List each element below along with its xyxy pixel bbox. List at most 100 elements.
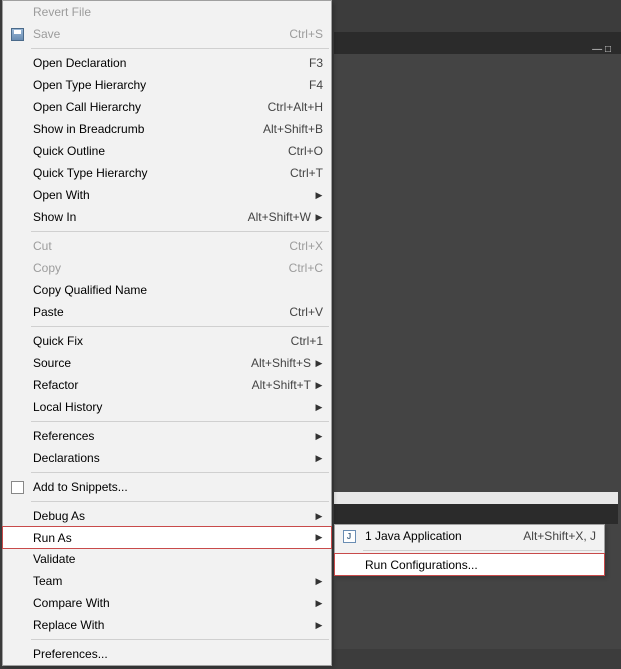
shortcut: Ctrl+V xyxy=(289,305,325,319)
submenu-arrow-icon: ▶ xyxy=(313,212,325,223)
menu-open-type-hierarchy[interactable]: Open Type Hierarchy F4 xyxy=(3,74,331,96)
menu-label: Debug As xyxy=(31,509,313,523)
menu-label: Open With xyxy=(31,188,313,202)
menu-quick-type-hierarchy[interactable]: Quick Type Hierarchy Ctrl+T xyxy=(3,162,331,184)
menu-label: Run As xyxy=(31,531,313,545)
separator xyxy=(31,231,329,232)
menu-show-in[interactable]: Show In Alt+Shift+W ▶ xyxy=(3,206,331,228)
menu-validate[interactable]: Validate xyxy=(3,548,331,570)
menu-label: Refactor xyxy=(31,378,252,392)
menu-label: Preferences... xyxy=(31,647,325,661)
submenu-arrow-icon: ▶ xyxy=(313,532,325,543)
menu-copy-qualified-name[interactable]: Copy Qualified Name xyxy=(3,279,331,301)
shortcut: Ctrl+Alt+H xyxy=(268,100,325,114)
minimize-icon[interactable]: — □ xyxy=(592,44,611,55)
submenu-arrow-icon: ▶ xyxy=(313,453,325,464)
menu-show-breadcrumb[interactable]: Show in Breadcrumb Alt+Shift+B xyxy=(3,118,331,140)
menu-label: Open Call Hierarchy xyxy=(31,100,268,114)
menu-compare-with[interactable]: Compare With ▶ xyxy=(3,592,331,614)
menu-cut: Cut Ctrl+X xyxy=(3,235,331,257)
menu-declarations[interactable]: Declarations ▶ xyxy=(3,447,331,469)
menu-label: Compare With xyxy=(31,596,313,610)
menu-label: Team xyxy=(31,574,313,588)
menu-label: Cut xyxy=(31,239,289,253)
menu-label: 1 Java Application xyxy=(363,529,523,543)
menu-copy: Copy Ctrl+C xyxy=(3,257,331,279)
menu-open-with[interactable]: Open With ▶ xyxy=(3,184,331,206)
separator xyxy=(31,501,329,502)
menu-label: Quick Fix xyxy=(31,334,291,348)
menu-label: Open Type Hierarchy xyxy=(31,78,309,92)
shortcut: Alt+Shift+B xyxy=(263,122,325,136)
submenu-arrow-icon: ▶ xyxy=(313,431,325,442)
menu-revert-file: Revert File xyxy=(3,1,331,23)
shortcut: Ctrl+T xyxy=(290,166,325,180)
panel-tabbar-dark xyxy=(334,504,618,524)
menu-team[interactable]: Team ▶ xyxy=(3,570,331,592)
menu-label: Show in Breadcrumb xyxy=(31,122,263,136)
menu-paste[interactable]: Paste Ctrl+V xyxy=(3,301,331,323)
menu-label: Replace With xyxy=(31,618,313,632)
shortcut: Ctrl+X xyxy=(289,239,325,253)
menu-preferences[interactable]: Preferences... xyxy=(3,643,331,665)
menu-add-to-snippets[interactable]: Add to Snippets... xyxy=(3,476,331,498)
submenu-arrow-icon: ▶ xyxy=(313,380,325,391)
menu-debug-as[interactable]: Debug As ▶ xyxy=(3,505,331,527)
separator xyxy=(31,639,329,640)
submenu-arrow-icon: ▶ xyxy=(313,620,325,631)
shortcut: Ctrl+1 xyxy=(291,334,325,348)
shortcut: F4 xyxy=(309,78,325,92)
menu-label: Declarations xyxy=(31,451,313,465)
menu-label: Revert File xyxy=(31,5,325,19)
submenu-java-application[interactable]: J 1 Java Application Alt+Shift+X, J xyxy=(335,525,604,547)
menu-source[interactable]: Source Alt+Shift+S ▶ xyxy=(3,352,331,374)
shortcut: Alt+Shift+T xyxy=(252,378,313,392)
separator xyxy=(363,550,602,551)
shortcut: Ctrl+C xyxy=(289,261,325,275)
submenu-arrow-icon: ▶ xyxy=(313,190,325,201)
shortcut: Alt+Shift+W xyxy=(248,210,313,224)
separator xyxy=(31,48,329,49)
menu-label: Copy xyxy=(31,261,289,275)
separator xyxy=(31,472,329,473)
submenu-arrow-icon: ▶ xyxy=(313,598,325,609)
menu-label: Save xyxy=(31,27,289,41)
submenu-arrow-icon: ▶ xyxy=(313,358,325,369)
menu-open-call-hierarchy[interactable]: Open Call Hierarchy Ctrl+Alt+H xyxy=(3,96,331,118)
menu-refactor[interactable]: Refactor Alt+Shift+T ▶ xyxy=(3,374,331,396)
java-app-icon: J xyxy=(335,530,363,543)
shortcut: F3 xyxy=(309,56,325,70)
menu-run-as[interactable]: Run As ▶ xyxy=(2,526,332,549)
menu-label: Quick Type Hierarchy xyxy=(31,166,290,180)
menu-label: Source xyxy=(31,356,251,370)
menu-label: Copy Qualified Name xyxy=(31,283,325,297)
separator xyxy=(31,326,329,327)
menu-save: Save Ctrl+S xyxy=(3,23,331,45)
shortcut: Ctrl+O xyxy=(288,144,325,158)
context-menu: Revert File Save Ctrl+S Open Declaration… xyxy=(2,0,332,666)
shortcut: Ctrl+S xyxy=(289,27,325,41)
menu-quick-outline[interactable]: Quick Outline Ctrl+O xyxy=(3,140,331,162)
separator xyxy=(31,421,329,422)
menu-label: Local History xyxy=(31,400,313,414)
menu-references[interactable]: References ▶ xyxy=(3,425,331,447)
run-as-submenu: J 1 Java Application Alt+Shift+X, J Run … xyxy=(334,524,605,576)
submenu-arrow-icon: ▶ xyxy=(313,576,325,587)
menu-replace-with[interactable]: Replace With ▶ xyxy=(3,614,331,636)
submenu-arrow-icon: ▶ xyxy=(313,511,325,522)
menu-local-history[interactable]: Local History ▶ xyxy=(3,396,331,418)
menu-label: Run Configurations... xyxy=(363,558,598,572)
menu-label: Paste xyxy=(31,305,289,319)
menu-label: Show In xyxy=(31,210,248,224)
save-icon xyxy=(3,28,31,41)
editor-tabbar-dark xyxy=(334,32,621,54)
menu-open-declaration[interactable]: Open Declaration F3 xyxy=(3,52,331,74)
menu-label: Add to Snippets... xyxy=(31,480,325,494)
panel-divider xyxy=(334,492,618,504)
menu-quick-fix[interactable]: Quick Fix Ctrl+1 xyxy=(3,330,331,352)
shortcut: Alt+Shift+S xyxy=(251,356,313,370)
menu-label: Quick Outline xyxy=(31,144,288,158)
submenu-arrow-icon: ▶ xyxy=(313,402,325,413)
menu-label: Open Declaration xyxy=(31,56,309,70)
submenu-run-configurations[interactable]: Run Configurations... xyxy=(334,553,605,576)
